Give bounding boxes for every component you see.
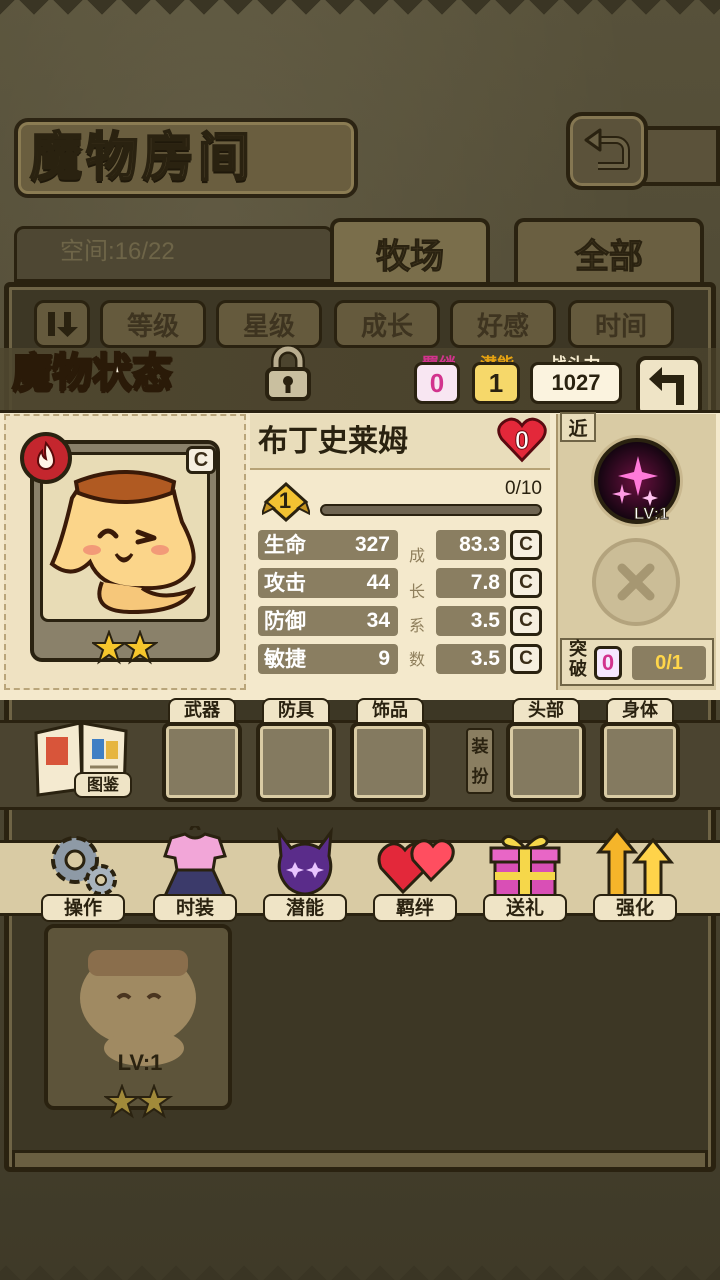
codex-label: 图鉴 bbox=[74, 772, 132, 798]
rank-badge: C bbox=[186, 446, 216, 474]
breakthrough-label: 突破 bbox=[569, 639, 587, 680]
gift-icon bbox=[483, 824, 567, 904]
breakthrough-progress: 0/1 bbox=[632, 646, 706, 680]
filter-time[interactable]: 时间 bbox=[568, 300, 674, 348]
action-operate-button[interactable]: 操作 bbox=[38, 824, 128, 928]
action-potential-button[interactable]: 潜能 bbox=[260, 824, 350, 928]
sort-icon bbox=[48, 312, 78, 337]
slot-label-armor: 防具 bbox=[262, 698, 330, 724]
star-rating bbox=[92, 630, 158, 665]
tab-farm[interactable]: 牧场 bbox=[330, 218, 490, 284]
skill-range-tag: 近 bbox=[560, 412, 596, 442]
equip-slot-armor[interactable] bbox=[256, 722, 336, 802]
growth-caption-char: 数 bbox=[408, 650, 425, 669]
screen-title: 魔物房间 bbox=[29, 126, 255, 189]
action-label: 操作 bbox=[41, 894, 125, 922]
growth-caption-char: 成 bbox=[408, 546, 425, 565]
action-label: 强化 bbox=[593, 894, 677, 922]
action-enhance-button[interactable]: 强化 bbox=[590, 824, 680, 928]
bond-value: 0 bbox=[414, 362, 460, 404]
filter-affection[interactable]: 好感 bbox=[450, 300, 556, 348]
stat-value-defense: 34 bbox=[366, 609, 390, 632]
equip-slot-accessory[interactable] bbox=[350, 722, 430, 802]
gear-icon bbox=[41, 824, 125, 904]
close-icon bbox=[617, 563, 655, 601]
action-label: 送礼 bbox=[483, 894, 567, 922]
slot-label-accessory: 饰品 bbox=[356, 698, 424, 724]
filter-growth[interactable]: 成长 bbox=[334, 300, 440, 348]
costume-icon bbox=[153, 824, 237, 904]
growth-grade-attack: C bbox=[510, 568, 542, 598]
pudding-slime-portrait bbox=[49, 470, 196, 615]
action-label: 羁绊 bbox=[373, 894, 457, 922]
filter-level[interactable]: 等级 bbox=[100, 300, 206, 348]
growth-grade-defense: C bbox=[510, 606, 542, 636]
element-badge bbox=[20, 432, 72, 484]
power-value: 1027 bbox=[530, 362, 622, 404]
growth-grade-hp: C bbox=[510, 530, 542, 560]
lock-icon bbox=[265, 345, 311, 401]
stat-value-hp: 327 bbox=[354, 533, 390, 556]
xp-text: 0/10 bbox=[505, 478, 542, 499]
panel-bottom-rail bbox=[12, 1150, 708, 1170]
action-costume-button[interactable]: 时装 bbox=[150, 824, 240, 928]
growth-grade-agility: C bbox=[510, 644, 542, 674]
action-gift-button[interactable]: 送礼 bbox=[480, 824, 570, 928]
fashion-label: 装扮 bbox=[466, 728, 494, 794]
top-border bbox=[0, 0, 720, 26]
hearts-icon bbox=[373, 824, 457, 904]
tab-all[interactable]: 全部 bbox=[514, 218, 704, 284]
xp-bar bbox=[320, 504, 542, 516]
growth-value-defense: 3.5 bbox=[436, 606, 506, 636]
affection-value: 0 bbox=[514, 425, 530, 456]
space-capacity: 空间:16/22 bbox=[60, 238, 175, 265]
bottom-border bbox=[0, 1254, 720, 1280]
card-level: LV:1 bbox=[117, 1050, 163, 1075]
status-back-button[interactable] bbox=[636, 356, 702, 418]
back-button[interactable] bbox=[566, 112, 648, 190]
growth-value-hp: 83.3 bbox=[436, 530, 506, 560]
action-label: 潜能 bbox=[263, 894, 347, 922]
stat-value-attack: 44 bbox=[366, 571, 390, 594]
action-bond-button[interactable]: 羁绊 bbox=[370, 824, 460, 928]
upgrade-arrows-icon bbox=[593, 824, 677, 904]
level-value: 1 bbox=[278, 488, 292, 513]
equip-slot-body[interactable] bbox=[600, 722, 680, 802]
equip-slot-weapon[interactable] bbox=[162, 722, 242, 802]
demon-spirit-icon bbox=[263, 824, 347, 904]
slot-label-head: 头部 bbox=[512, 698, 580, 724]
monster-name: 布丁史莱姆 bbox=[258, 424, 408, 459]
return-arrow-icon bbox=[584, 128, 630, 170]
filter-stars[interactable]: 星级 bbox=[216, 300, 322, 348]
potential-value: 1 bbox=[472, 362, 520, 404]
action-label: 时装 bbox=[153, 894, 237, 922]
status-title: 魔物状态 bbox=[11, 348, 173, 397]
breakthrough-count: 0 bbox=[594, 646, 622, 680]
stat-value-agility: 9 bbox=[378, 647, 390, 670]
growth-caption-char: 系 bbox=[408, 616, 425, 635]
back-button-frame bbox=[640, 126, 720, 186]
skill-level: LV:1 bbox=[634, 504, 670, 524]
empty-skill-slot[interactable] bbox=[592, 538, 680, 626]
sort-order-button[interactable] bbox=[34, 300, 90, 348]
slot-label-body: 身体 bbox=[606, 698, 674, 724]
lock-button[interactable] bbox=[258, 344, 318, 404]
growth-caption-char: 长 bbox=[408, 582, 425, 601]
card-star-rating bbox=[104, 1084, 174, 1119]
fire-element-icon bbox=[36, 441, 56, 470]
slot-label-weapon: 武器 bbox=[168, 698, 236, 724]
equip-slot-head[interactable] bbox=[506, 722, 586, 802]
growth-value-agility: 3.5 bbox=[436, 644, 506, 674]
monster-card[interactable] bbox=[44, 924, 232, 1110]
return-arrow-icon bbox=[649, 367, 684, 405]
growth-value-attack: 7.8 bbox=[436, 568, 506, 598]
